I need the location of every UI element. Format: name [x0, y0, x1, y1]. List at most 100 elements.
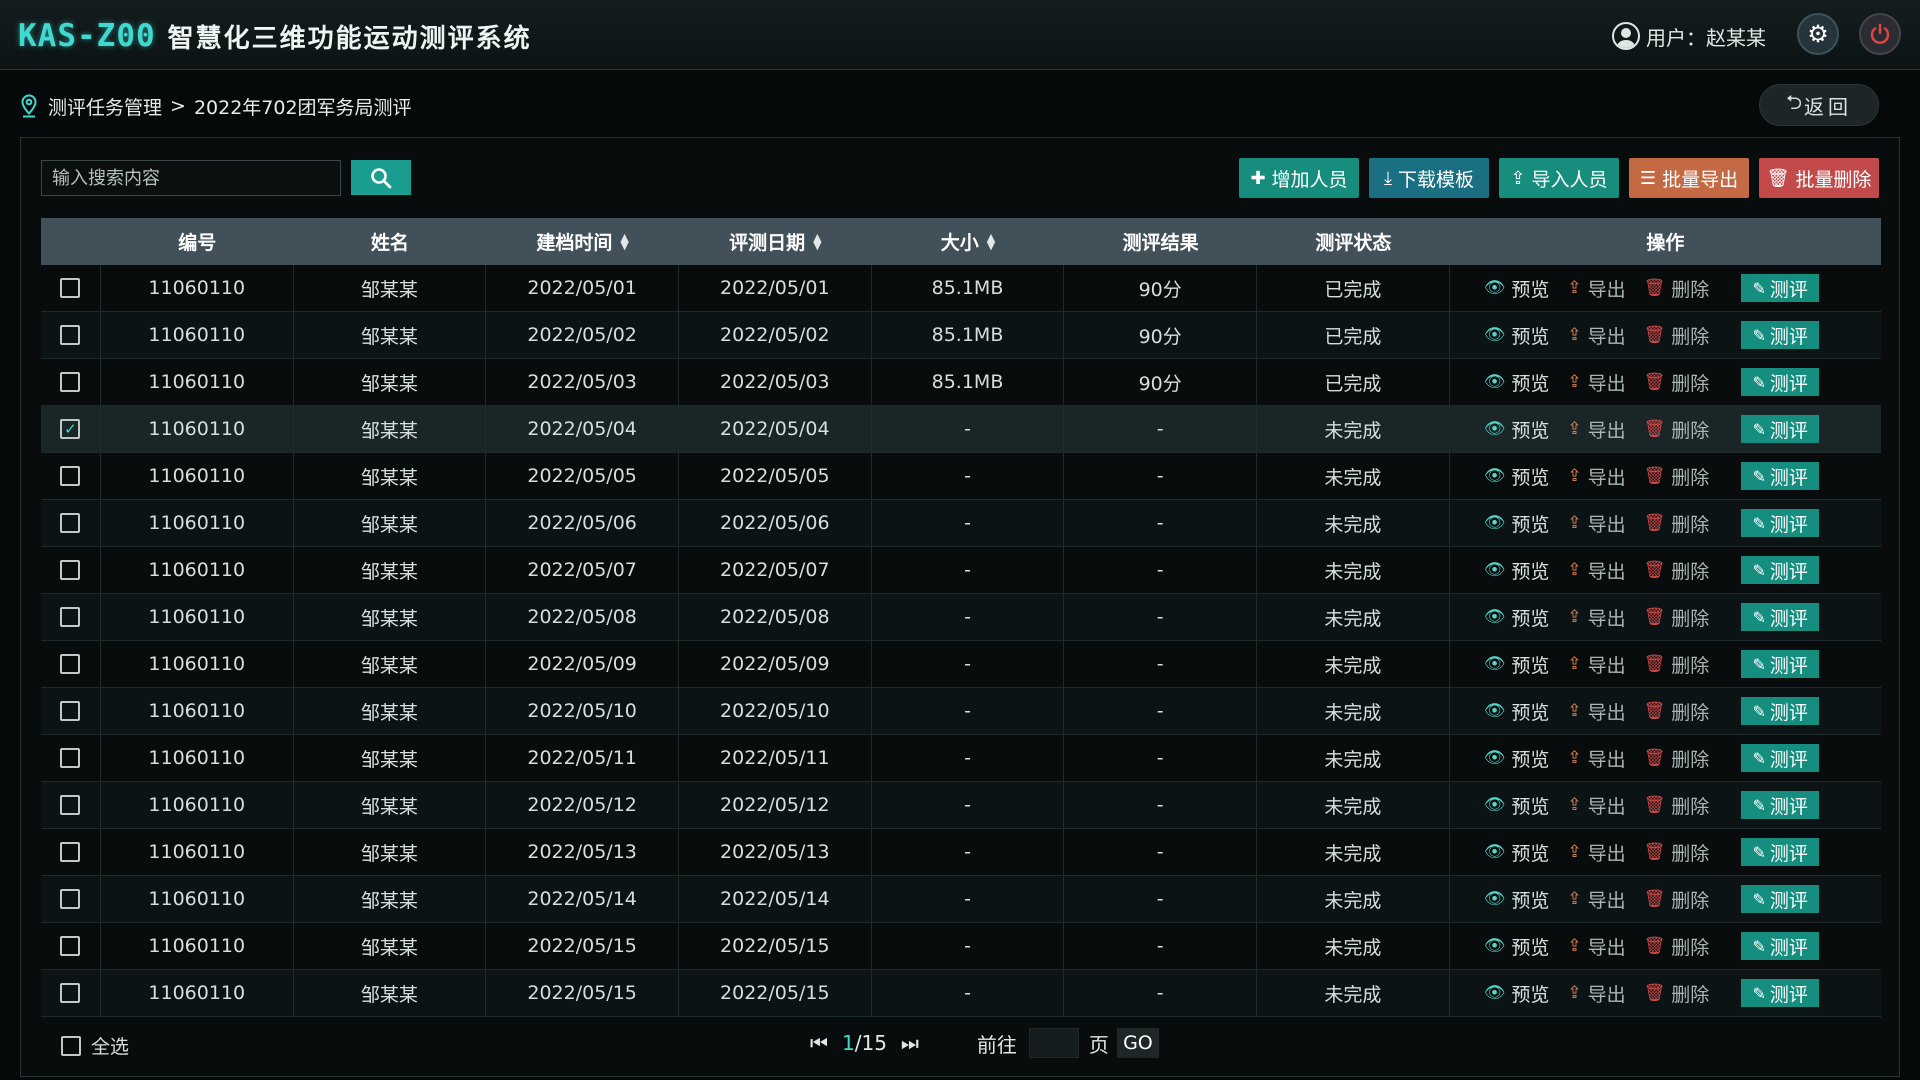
table-row[interactable]: 11060110 邹某某 2022/05/02 2022/05/02 85.1M… [41, 312, 1881, 359]
evaluate-button[interactable]: ✎ 测评 [1741, 932, 1820, 960]
evaluate-button[interactable]: ✎ 测评 [1741, 274, 1820, 302]
table-row[interactable]: 11060110 邹某某 2022/05/06 2022/05/06 - - 未… [41, 500, 1881, 547]
export-button[interactable]: ⇪ 导出 [1567, 933, 1625, 960]
evaluate-button[interactable]: ✎ 测评 [1741, 368, 1820, 396]
header-eval-date[interactable]: 评测日期 ▲ ▼ [679, 218, 872, 265]
row-checkbox[interactable] [60, 607, 81, 627]
table-row[interactable]: 11060110 邹某某 2022/05/07 2022/05/07 - - 未… [41, 547, 1881, 594]
delete-button[interactable]: 🗑 删除 [1644, 792, 1710, 819]
header-size[interactable]: 大小 ▲ ▼ [872, 218, 1065, 265]
row-checkbox-cell[interactable] [41, 641, 101, 687]
delete-button[interactable]: 🗑 删除 [1644, 604, 1710, 631]
import-person-button[interactable]: ⇪ 导入人员 [1499, 158, 1619, 198]
table-row[interactable]: ✓ 11060110 邹某某 2022/05/04 2022/05/04 - -… [41, 406, 1881, 453]
evaluate-button[interactable]: ✎ 测评 [1741, 321, 1820, 349]
preview-button[interactable]: 👁 预览 [1484, 510, 1550, 537]
row-checkbox-cell[interactable]: ✓ [41, 406, 101, 452]
export-button[interactable]: ⇪ 导出 [1567, 745, 1625, 772]
header-created[interactable]: 建档时间 ▲ ▼ [486, 218, 679, 265]
batch-delete-button[interactable]: 🗑 批量删除 [1759, 158, 1879, 198]
row-checkbox-cell[interactable] [41, 876, 101, 922]
table-row[interactable]: 11060110 邹某某 2022/05/15 2022/05/15 - - 未… [41, 923, 1881, 970]
row-checkbox[interactable] [60, 513, 81, 533]
settings-button[interactable]: ⚙ [1797, 13, 1839, 55]
download-template-button[interactable]: ⤓ 下载模板 [1369, 158, 1489, 198]
preview-button[interactable]: 👁 预览 [1484, 557, 1550, 584]
row-checkbox[interactable] [60, 560, 81, 580]
table-row[interactable]: 11060110 邹某某 2022/05/09 2022/05/09 - - 未… [41, 641, 1881, 688]
table-row[interactable]: 11060110 邹某某 2022/05/15 2022/05/15 - - 未… [41, 970, 1881, 1017]
preview-button[interactable]: 👁 预览 [1484, 463, 1550, 490]
preview-button[interactable]: 👁 预览 [1484, 745, 1550, 772]
preview-button[interactable]: 👁 预览 [1484, 275, 1550, 302]
row-checkbox[interactable] [60, 701, 81, 721]
export-button[interactable]: ⇪ 导出 [1567, 510, 1625, 537]
evaluate-button[interactable]: ✎ 测评 [1741, 509, 1820, 537]
export-button[interactable]: ⇪ 导出 [1567, 275, 1625, 302]
row-checkbox-cell[interactable] [41, 265, 101, 311]
goto-page-input[interactable] [1028, 1028, 1079, 1058]
row-checkbox-cell[interactable] [41, 500, 101, 546]
preview-button[interactable]: 👁 预览 [1484, 886, 1550, 913]
back-button[interactable]: ⮌ 返回 [1759, 84, 1879, 126]
table-row[interactable]: 11060110 邹某某 2022/05/12 2022/05/12 - - 未… [41, 782, 1881, 829]
table-row[interactable]: 11060110 邹某某 2022/05/05 2022/05/05 - - 未… [41, 453, 1881, 500]
table-row[interactable]: 11060110 邹某某 2022/05/11 2022/05/11 - - 未… [41, 735, 1881, 782]
table-row[interactable]: 11060110 邹某某 2022/05/01 2022/05/01 85.1M… [41, 265, 1881, 312]
row-checkbox[interactable] [60, 842, 81, 862]
preview-button[interactable]: 👁 预览 [1484, 416, 1550, 443]
preview-button[interactable]: 👁 预览 [1484, 604, 1550, 631]
table-row[interactable]: 11060110 邹某某 2022/05/14 2022/05/14 - - 未… [41, 876, 1881, 923]
row-checkbox[interactable] [60, 466, 81, 486]
sort-icon[interactable]: ▲ ▼ [620, 232, 628, 251]
sort-icon[interactable]: ▲ ▼ [813, 232, 821, 251]
delete-button[interactable]: 🗑 删除 [1644, 839, 1710, 866]
delete-button[interactable]: 🗑 删除 [1644, 886, 1710, 913]
table-row[interactable]: 11060110 邹某某 2022/05/13 2022/05/13 - - 未… [41, 829, 1881, 876]
row-checkbox-cell[interactable] [41, 735, 101, 781]
evaluate-button[interactable]: ✎ 测评 [1741, 885, 1820, 913]
delete-button[interactable]: 🗑 删除 [1644, 510, 1710, 537]
evaluate-button[interactable]: ✎ 测评 [1741, 791, 1820, 819]
table-row[interactable]: 11060110 邹某某 2022/05/03 2022/05/03 85.1M… [41, 359, 1881, 406]
export-button[interactable]: ⇪ 导出 [1567, 651, 1625, 678]
preview-button[interactable]: 👁 预览 [1484, 369, 1550, 396]
delete-button[interactable]: 🗑 删除 [1644, 980, 1710, 1007]
row-checkbox[interactable] [60, 983, 81, 1003]
go-button[interactable]: GO [1116, 1028, 1159, 1058]
delete-button[interactable]: 🗑 删除 [1644, 463, 1710, 490]
last-page-icon[interactable]: ⏭ [901, 1031, 919, 1055]
add-person-button[interactable]: ✚ 增加人员 [1239, 158, 1359, 198]
delete-button[interactable]: 🗑 删除 [1644, 322, 1710, 349]
user-info[interactable]: 用户： 赵某某 [1612, 18, 1766, 54]
preview-button[interactable]: 👁 预览 [1484, 980, 1550, 1007]
row-checkbox-cell[interactable] [41, 547, 101, 593]
delete-button[interactable]: 🗑 删除 [1644, 275, 1710, 302]
preview-button[interactable]: 👁 预览 [1484, 698, 1550, 725]
delete-button[interactable]: 🗑 删除 [1644, 557, 1710, 584]
row-checkbox-cell[interactable] [41, 829, 101, 875]
export-button[interactable]: ⇪ 导出 [1567, 557, 1625, 584]
preview-button[interactable]: 👁 预览 [1484, 651, 1550, 678]
row-checkbox-cell[interactable] [41, 923, 101, 969]
row-checkbox[interactable] [60, 654, 81, 674]
export-button[interactable]: ⇪ 导出 [1567, 463, 1625, 490]
row-checkbox[interactable] [60, 889, 81, 909]
batch-export-button[interactable]: ☰ 批量导出 [1629, 158, 1749, 198]
row-checkbox-cell[interactable] [41, 359, 101, 405]
row-checkbox-cell[interactable] [41, 312, 101, 358]
delete-button[interactable]: 🗑 删除 [1644, 416, 1710, 443]
evaluate-button[interactable]: ✎ 测评 [1741, 744, 1820, 772]
export-button[interactable]: ⇪ 导出 [1567, 980, 1625, 1007]
preview-button[interactable]: 👁 预览 [1484, 933, 1550, 960]
row-checkbox-cell[interactable] [41, 594, 101, 640]
evaluate-button[interactable]: ✎ 测评 [1741, 650, 1820, 678]
evaluate-button[interactable]: ✎ 测评 [1741, 415, 1820, 443]
delete-button[interactable]: 🗑 删除 [1644, 933, 1710, 960]
export-button[interactable]: ⇪ 导出 [1567, 839, 1625, 866]
export-button[interactable]: ⇪ 导出 [1567, 792, 1625, 819]
table-row[interactable]: 11060110 邹某某 2022/05/08 2022/05/08 - - 未… [41, 594, 1881, 641]
export-button[interactable]: ⇪ 导出 [1567, 322, 1625, 349]
export-button[interactable]: ⇪ 导出 [1567, 416, 1625, 443]
export-button[interactable]: ⇪ 导出 [1567, 698, 1625, 725]
